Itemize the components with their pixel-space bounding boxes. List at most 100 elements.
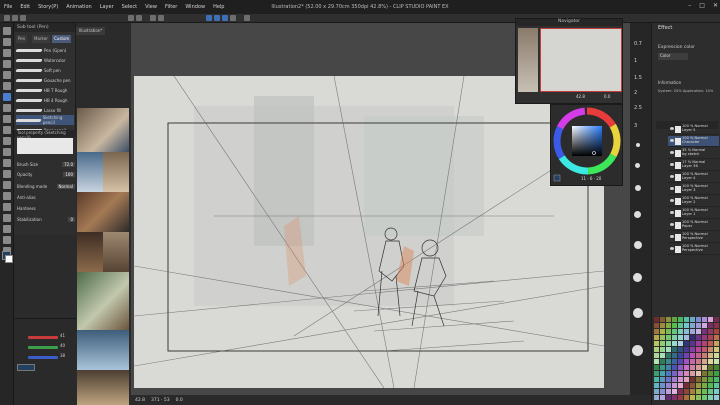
menu-filter[interactable]: Filter	[161, 4, 181, 10]
color-swatch[interactable]	[654, 359, 659, 364]
color-swatch[interactable]	[702, 365, 707, 370]
color-swatch[interactable]	[672, 353, 677, 358]
zoom-icon[interactable]	[3, 27, 11, 35]
color-swatch[interactable]	[714, 341, 719, 346]
redo-icon[interactable]	[136, 15, 142, 21]
color-swatch[interactable]	[690, 395, 695, 400]
operation-icon[interactable]	[3, 49, 11, 57]
reference-image[interactable]	[77, 152, 103, 192]
color-swatch[interactable]	[678, 365, 683, 370]
color-swatch[interactable]	[690, 371, 695, 376]
color-swatch[interactable]	[660, 341, 665, 346]
current-color-swatch[interactable]	[17, 364, 35, 371]
brush-size-row[interactable]: Brush Size 72.0	[17, 160, 75, 168]
layer-row[interactable]: 100 % Normal Layer 3	[668, 184, 719, 195]
color-swatch[interactable]	[690, 383, 695, 388]
color-swatch[interactable]	[690, 389, 695, 394]
color-swatch[interactable]	[672, 377, 677, 382]
menu-help[interactable]: Help	[209, 4, 228, 10]
size-dot[interactable]	[634, 241, 642, 249]
prop-value[interactable]: 100	[63, 171, 75, 177]
color-swatch[interactable]	[708, 365, 713, 370]
fill-icon[interactable]	[158, 15, 164, 21]
color-swatch[interactable]	[714, 365, 719, 370]
brush-item[interactable]: Lasso fill	[15, 105, 74, 115]
layer-row[interactable]: 35 % Normal bg sketch	[668, 148, 719, 159]
size-preset[interactable]: 3	[634, 123, 637, 129]
color-swatch[interactable]	[666, 341, 671, 346]
color-swatch[interactable]	[654, 389, 659, 394]
color-swatch[interactable]	[708, 377, 713, 382]
color-swatch[interactable]	[690, 359, 695, 364]
color-swatch[interactable]	[696, 317, 701, 322]
color-swatch[interactable]	[660, 329, 665, 334]
color-swatch[interactable]	[660, 323, 665, 328]
ruler-tool-icon[interactable]	[3, 214, 11, 222]
color-swatch[interactable]	[666, 323, 671, 328]
color-swatch[interactable]	[714, 329, 719, 334]
color-swatch[interactable]	[708, 317, 713, 322]
snap-grid-icon[interactable]	[214, 15, 220, 21]
color-swatch[interactable]	[678, 359, 683, 364]
size-preset[interactable]: 1.5	[634, 75, 642, 81]
color-swatch[interactable]	[702, 323, 707, 328]
reference-image[interactable]	[77, 272, 129, 330]
prop-value[interactable]: 72.0	[62, 161, 75, 167]
color-swatch[interactable]	[684, 317, 689, 322]
size-preset[interactable]: 0.7	[634, 41, 642, 47]
size-preset[interactable]: 1	[634, 58, 637, 64]
color-swatch[interactable]	[660, 389, 665, 394]
menu-edit[interactable]: Edit	[16, 4, 34, 10]
color-swatch[interactable]	[678, 377, 683, 382]
color-set-palette[interactable]	[654, 317, 720, 405]
reference-image[interactable]	[77, 330, 129, 370]
snap-perspective-icon[interactable]	[222, 15, 228, 21]
color-swatch[interactable]	[666, 359, 671, 364]
color-swatch[interactable]	[672, 341, 677, 346]
menu-layer[interactable]: Layer	[96, 4, 118, 10]
color-swatch[interactable]	[678, 353, 683, 358]
brush-item[interactable]: Pen (Gpen)	[15, 45, 74, 55]
close-button[interactable]: ✕	[713, 2, 718, 9]
color-swatch[interactable]	[696, 341, 701, 346]
tab-marker[interactable]: Marker	[32, 35, 50, 43]
tab-pen[interactable]: Pen	[16, 35, 28, 43]
color-swatch[interactable]	[714, 347, 719, 352]
eye-icon[interactable]	[670, 175, 674, 178]
color-swatch[interactable]	[690, 335, 695, 340]
color-swatch[interactable]	[654, 317, 659, 322]
layer-row[interactable]: 100 % Normal Perspective	[668, 244, 719, 255]
move-icon[interactable]	[3, 38, 11, 46]
color-swatch[interactable]	[702, 383, 707, 388]
color-swatch[interactable]	[678, 329, 683, 334]
color-swatch[interactable]	[708, 371, 713, 376]
color-swatch[interactable]	[696, 359, 701, 364]
size-preset[interactable]: 2	[634, 90, 637, 96]
color-swatch[interactable]	[678, 335, 683, 340]
color-swatch[interactable]	[702, 329, 707, 334]
airbrush-icon[interactable]	[3, 126, 11, 134]
eye-icon[interactable]	[670, 163, 674, 166]
sub-color-swatch[interactable]	[5, 255, 13, 263]
color-swatch[interactable]	[702, 389, 707, 394]
color-swatch[interactable]	[708, 383, 713, 388]
color-swatch[interactable]	[696, 347, 701, 352]
layer-row[interactable]: 17 % Normal Layer 36	[668, 160, 719, 171]
menu-select[interactable]: Select	[118, 4, 141, 10]
brush-item-selected[interactable]: Sketching pencil	[15, 115, 74, 125]
color-swatch[interactable]	[660, 347, 665, 352]
snap-ruler-icon[interactable]	[206, 15, 212, 21]
color-swatch[interactable]	[654, 371, 659, 376]
eye-icon[interactable]	[670, 247, 674, 250]
color-swatch[interactable]	[702, 335, 707, 340]
color-swatch[interactable]	[672, 365, 677, 370]
figure-icon[interactable]	[3, 192, 11, 200]
color-swatch[interactable]	[678, 395, 683, 400]
color-swatch[interactable]	[666, 365, 671, 370]
color-swatch[interactable]	[684, 377, 689, 382]
color-swatch[interactable]	[660, 383, 665, 388]
color-swatch[interactable]	[660, 359, 665, 364]
color-swatch[interactable]	[690, 353, 695, 358]
color-swatch[interactable]	[666, 395, 671, 400]
eraser-icon[interactable]	[3, 148, 11, 156]
